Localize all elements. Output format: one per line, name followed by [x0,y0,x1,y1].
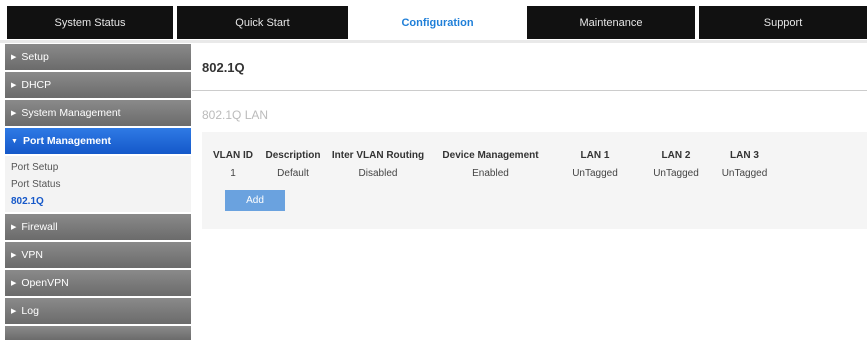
tab-configuration[interactable]: Configuration [352,5,523,41]
sidebar-item-log[interactable]: ▶ Log [5,298,191,324]
sidebar-item-label: Firewall [21,221,58,233]
submenu-item-802-1q[interactable]: 802.1Q [5,193,191,210]
sidebar-item-label: DHCP [21,79,52,91]
sidebar-item-dhcp[interactable]: ▶ DHCP [5,72,191,98]
column-header-lan2: LAN 2 [661,150,691,161]
column-header-description: Description [265,150,321,161]
cell-vlan-id: 1 [230,168,236,179]
nav-divider [0,40,867,43]
sidebar-item-openvpn[interactable]: ▶ OpenVPN [5,270,191,296]
section-title: 802.1Q LAN [202,108,269,122]
chevron-right-icon: ▶ [11,82,17,89]
sidebar-item-more [5,326,191,340]
chevron-right-icon: ▶ [11,280,17,287]
tab-quick-start[interactable]: Quick Start [177,6,348,39]
port-management-submenu: Port Setup Port Status 802.1Q [5,156,191,212]
tab-support[interactable]: Support [699,6,867,39]
chevron-right-icon: ▶ [11,110,17,117]
chevron-down-icon: ▼ [11,137,18,145]
column-header-inter-vlan-routing: Inter VLAN Routing [331,150,425,161]
sidebar-item-system-management[interactable]: ▶ System Management [5,100,191,126]
table-header-row: VLAN ID Description Inter VLAN Routing D… [202,146,780,165]
column-header-lan3: LAN 3 [730,150,759,161]
sidebar-item-label: Port Management [22,135,112,147]
tab-system-status[interactable]: System Status [7,6,173,39]
sidebar-item-vpn[interactable]: ▶ VPN [5,242,191,268]
chevron-right-icon: ▶ [11,252,17,259]
column-header-vlan-id: VLAN ID [213,150,253,161]
sidebar-item-label: Log [21,305,39,317]
sidebar-item-firewall[interactable]: ▶ Firewall [5,214,191,240]
sidebar-item-label: System Management [21,107,121,119]
cell-lan3: UnTagged [721,168,768,179]
cell-inter-vlan-routing: Disabled [358,168,398,179]
table-row[interactable]: 1 Default Disabled Enabled UnTagged UnTa… [202,165,780,182]
chevron-right-icon: ▶ [11,54,17,61]
add-button[interactable]: Add [225,190,285,211]
page-title: 802.1Q [202,60,245,75]
sidebar-item-label: Setup [21,51,49,63]
submenu-item-port-setup[interactable]: Port Setup [5,159,191,176]
vlan-panel: VLAN ID Description Inter VLAN Routing D… [202,132,867,229]
cell-description: Default [277,168,309,179]
sidebar: ▶ Setup ▶ DHCP ▶ System Management ▼ Por… [5,44,191,340]
vlan-table: VLAN ID Description Inter VLAN Routing D… [202,146,780,182]
sidebar-item-setup[interactable]: ▶ Setup [5,44,191,70]
divider [192,90,867,91]
tab-maintenance[interactable]: Maintenance [527,6,695,39]
column-header-lan1: LAN 1 [580,150,610,161]
sidebar-item-port-management[interactable]: ▼ Port Management [5,128,191,154]
sidebar-item-label: OpenVPN [21,277,69,289]
sidebar-item-label: VPN [21,249,43,261]
main-content: 802.1Q 802.1Q LAN VLAN ID Description In… [192,60,867,229]
chevron-right-icon: ▶ [11,224,17,231]
cell-lan1: UnTagged [572,168,618,179]
cell-lan2: UnTagged [653,168,699,179]
cell-device-management: Enabled [472,168,509,179]
submenu-item-port-status[interactable]: Port Status [5,176,191,193]
top-navigation: System Status Quick Start Configuration … [0,0,867,44]
chevron-right-icon: ▶ [11,308,17,315]
column-header-device-management: Device Management [442,150,539,161]
